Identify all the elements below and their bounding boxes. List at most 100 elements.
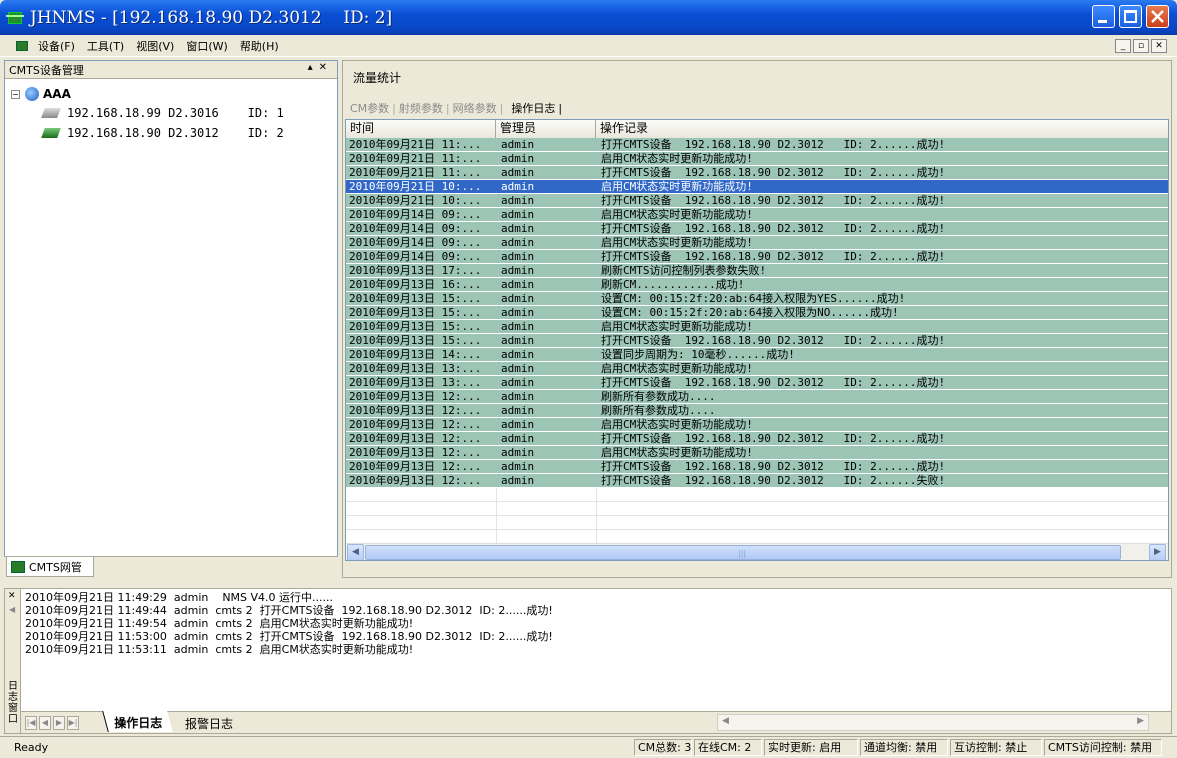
tree-node-label: 192.168.18.99 D2.3016 ID: 1 <box>67 106 284 120</box>
menu-window[interactable]: 窗口(W) <box>180 38 233 54</box>
prev-tab-button[interactable]: ◀ <box>39 716 51 730</box>
cell-time: 2010年09月13日 12:... <box>349 432 482 445</box>
table-row[interactable]: 2010年09月13日 12:... admin 刷新所有参数成功.... <box>346 390 1168 404</box>
app-icon <box>6 9 24 27</box>
column-header-admin[interactable]: 管理员 <box>496 120 596 138</box>
table-row[interactable]: 2010年09月13日 17:... admin 刷新CMTS访问控制列表参数失败! <box>346 264 1168 278</box>
table-row[interactable]: 2010年09月21日 11:... admin 启用CM状态实时更新功能成功! <box>346 152 1168 166</box>
table-header: 时间 管理员 操作记录 <box>346 120 1168 138</box>
cell-record: 打开CMTS设备 192.168.18.90 D2.3012 ID: 2....… <box>601 222 946 235</box>
cell-record: 打开CMTS设备 192.168.18.90 D2.3012 ID: 2....… <box>601 166 946 179</box>
maximize-button[interactable] <box>1119 5 1142 28</box>
table-row[interactable]: 2010年09月13日 12:... admin 启用CM状态实时更新功能成功! <box>346 446 1168 460</box>
cell-record: 启用CM状态实时更新功能成功! <box>601 320 753 333</box>
log-tab-bar: |◀ ◀ ▶ ▶| 操作日志 报警日志 ◀ ▶ <box>21 711 1171 733</box>
table-row[interactable]: 2010年09月21日 11:... admin 打开CMTS设备 192.168.… <box>346 138 1168 152</box>
cell-admin: admin <box>501 278 535 291</box>
mdi-restore-button[interactable]: ▫ <box>1133 39 1149 53</box>
cell-record: 刷新所有参数成功.... <box>601 404 716 417</box>
table-row[interactable]: 2010年09月13日 15:... admin 设置CM: 00:15:2f:20… <box>346 292 1168 306</box>
log-line: 2010年09月21日 11:49:54 admin cmts 2 启用CM状态… <box>25 617 414 630</box>
menu-tools[interactable]: 工具(T) <box>81 38 130 54</box>
cell-admin: admin <box>501 236 535 249</box>
empty-row <box>346 502 1168 516</box>
tree-node-label: 192.168.18.90 D2.3012 ID: 2 <box>67 126 284 140</box>
table-row[interactable]: 2010年09月13日 12:... admin 打开CMTS设备 192.168.… <box>346 432 1168 446</box>
tab-alarm-log[interactable]: 报警日志 <box>179 715 239 732</box>
status-mutual-access: 互访控制: 禁止 <box>950 739 1042 756</box>
title-bar[interactable]: JHNMS - [192.168.18.90 D2.3012 ID: 2] <box>0 0 1177 35</box>
log-horizontal-scrollbar[interactable]: ◀ ▶ <box>717 714 1149 731</box>
table-row[interactable]: 2010年09月13日 15:... admin 打开CMTS设备 192.168.… <box>346 334 1168 348</box>
tab-cmts-net[interactable]: CMTS网管 <box>6 557 94 577</box>
tree-root-label: AAA <box>43 87 71 101</box>
tree-node-device-2[interactable]: 192.168.18.90 D2.3012 ID: 2 <box>41 126 284 140</box>
table-row[interactable]: 2010年09月13日 12:... admin 打开CMTS设备 192.168.… <box>346 474 1168 488</box>
tree-root[interactable]: − AAA <box>11 87 71 101</box>
cell-admin: admin <box>501 446 535 459</box>
cell-time: 2010年09月21日 10:... <box>349 180 482 193</box>
cell-record: 设置CM: 00:15:2f:20:ab:64接入权限为YES......成功! <box>601 292 906 305</box>
close-icon[interactable]: ✕ <box>8 591 16 601</box>
collapse-icon[interactable]: − <box>11 89 20 99</box>
scroll-right-button[interactable]: ▶ <box>1149 544 1166 560</box>
cell-record: 打开CMTS设备 192.168.18.90 D2.3012 ID: 2....… <box>601 376 946 389</box>
table-row[interactable]: 2010年09月13日 13:... admin 启用CM状态实时更新功能成功! <box>346 362 1168 376</box>
panel-controls[interactable]: ▴✕ <box>308 62 333 73</box>
table-row[interactable]: 2010年09月13日 16:... admin 刷新CM............成… <box>346 278 1168 292</box>
table-row[interactable]: 2010年09月13日 12:... admin 启用CM状态实时更新功能成功! <box>346 418 1168 432</box>
table-row[interactable]: 2010年09月14日 09:... admin 打开CMTS设备 192.168.… <box>346 222 1168 236</box>
cell-time: 2010年09月14日 09:... <box>349 208 482 221</box>
next-tab-button[interactable]: ▶ <box>53 716 65 730</box>
column-header-record[interactable]: 操作记录 <box>596 120 1168 138</box>
device-tree-panel: CMTS设备管理 ▴✕ − AAA 192.168.18.99 D2.3016 … <box>4 60 338 578</box>
log-line: 2010年09月21日 11:49:44 admin cmts 2 打开CMTS… <box>25 604 553 617</box>
cell-record: 打开CMTS设备 192.168.18.90 D2.3012 ID: 2....… <box>601 250 946 263</box>
last-tab-button[interactable]: ▶| <box>67 716 79 730</box>
table-row[interactable]: 2010年09月21日 10:... admin 启用CM状态实时更新功能成功! <box>346 180 1168 194</box>
tab-cm-params[interactable]: CM参数 <box>347 100 392 116</box>
table-row[interactable]: 2010年09月14日 09:... admin 打开CMTS设备 192.168.… <box>346 250 1168 264</box>
menu-help[interactable]: 帮助(H) <box>234 38 285 54</box>
table-row[interactable]: 2010年09月21日 11:... admin 打开CMTS设备 192.168.… <box>346 166 1168 180</box>
table-row[interactable]: 2010年09月13日 14:... admin 设置同步周期为: 10毫秒....… <box>346 348 1168 362</box>
tab-network-params[interactable]: 网络参数 <box>450 100 500 116</box>
mdi-close-button[interactable]: ✕ <box>1151 39 1167 53</box>
cell-time: 2010年09月13日 17:... <box>349 264 482 277</box>
menu-device[interactable]: 设备(F) <box>32 38 81 54</box>
arrow-left-icon[interactable]: ◀ <box>9 605 15 614</box>
table-row[interactable]: 2010年09月13日 12:... admin 刷新所有参数成功.... <box>346 404 1168 418</box>
tree-node-device-1[interactable]: 192.168.18.99 D2.3016 ID: 1 <box>41 106 284 120</box>
menu-view[interactable]: 视图(V) <box>130 38 180 54</box>
scroll-left-button[interactable]: ◀ <box>347 544 364 560</box>
tab-operation-log[interactable]: 操作日志 <box>503 100 558 116</box>
close-icon <box>1151 10 1164 23</box>
table-row[interactable]: 2010年09月13日 15:... admin 设置CM: 00:15:2f:20… <box>346 306 1168 320</box>
table-row[interactable]: 2010年09月14日 09:... admin 启用CM状态实时更新功能成功! <box>346 208 1168 222</box>
operation-log-table[interactable]: 时间 管理员 操作记录 2010年09月21日 11:... admin 打开CMT… <box>345 119 1169 561</box>
tab-rf-params[interactable]: 射频参数 <box>396 100 446 116</box>
cell-record: 设置同步周期为: 10毫秒......成功! <box>601 348 795 361</box>
cell-admin: admin <box>501 292 535 305</box>
table-row[interactable]: 2010年09月21日 10:... admin 打开CMTS设备 192.168.… <box>346 194 1168 208</box>
table-row[interactable]: 2010年09月13日 12:... admin 打开CMTS设备 192.168.… <box>346 460 1168 474</box>
cell-record: 启用CM状态实时更新功能成功! <box>601 418 753 431</box>
tab-operation-log-bottom[interactable]: 操作日志 <box>102 711 173 732</box>
cell-time: 2010年09月13日 13:... <box>349 362 482 375</box>
cell-record: 启用CM状态实时更新功能成功! <box>601 362 753 375</box>
first-tab-button[interactable]: |◀ <box>25 716 37 730</box>
close-button[interactable] <box>1146 5 1169 28</box>
table-row[interactable]: 2010年09月13日 13:... admin 打开CMTS设备 192.168.… <box>346 376 1168 390</box>
table-row[interactable]: 2010年09月14日 09:... admin 启用CM状态实时更新功能成功! <box>346 236 1168 250</box>
minimize-button[interactable] <box>1092 5 1115 28</box>
cell-admin: admin <box>501 264 535 277</box>
mdi-minimize-button[interactable]: _ <box>1115 39 1131 53</box>
horizontal-scrollbar[interactable]: ◀ ||| ▶ <box>346 543 1168 560</box>
log-gutter: ✕ ◀ 日志窗口 <box>5 589 21 733</box>
cell-admin: admin <box>501 180 535 193</box>
scroll-thumb[interactable]: ||| <box>365 545 1121 560</box>
cell-time: 2010年09月13日 12:... <box>349 418 482 431</box>
column-header-time[interactable]: 时间 <box>346 120 496 138</box>
cell-time: 2010年09月14日 09:... <box>349 250 482 263</box>
table-row[interactable]: 2010年09月13日 15:... admin 启用CM状态实时更新功能成功! <box>346 320 1168 334</box>
